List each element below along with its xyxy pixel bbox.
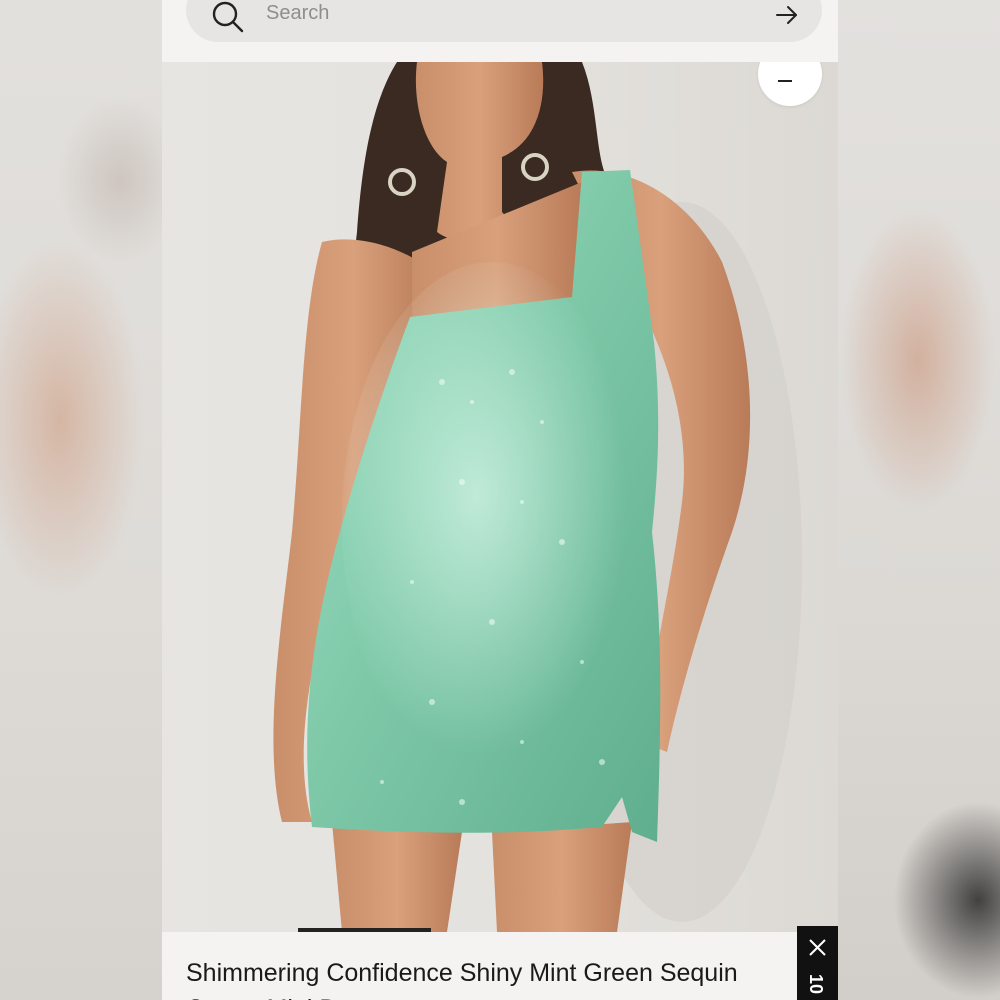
promo-tab-label[interactable]: 10 bbox=[805, 974, 826, 994]
arrow-right-icon[interactable] bbox=[774, 2, 800, 28]
product-image[interactable] bbox=[162, 62, 838, 932]
app-screen: Search Shimmering Confidence Shiny Mint … bbox=[162, 0, 838, 1000]
gallery-progress-fill bbox=[298, 928, 432, 932]
blurred-backdrop-right bbox=[838, 0, 1000, 1000]
gallery-progress bbox=[298, 928, 702, 932]
search-bar[interactable]: Search bbox=[186, 0, 822, 42]
search-input[interactable]: Search bbox=[266, 2, 329, 25]
promo-popup-tab[interactable]: 10 bbox=[797, 926, 838, 1000]
product-title: Shimmering Confidence Shiny Mint Green S… bbox=[186, 959, 738, 1000]
close-icon[interactable] bbox=[808, 938, 827, 957]
search-icon[interactable] bbox=[210, 0, 246, 36]
zoom-out-icon bbox=[778, 80, 792, 82]
blurred-backdrop-left bbox=[0, 0, 162, 1000]
product-photo bbox=[273, 62, 802, 932]
